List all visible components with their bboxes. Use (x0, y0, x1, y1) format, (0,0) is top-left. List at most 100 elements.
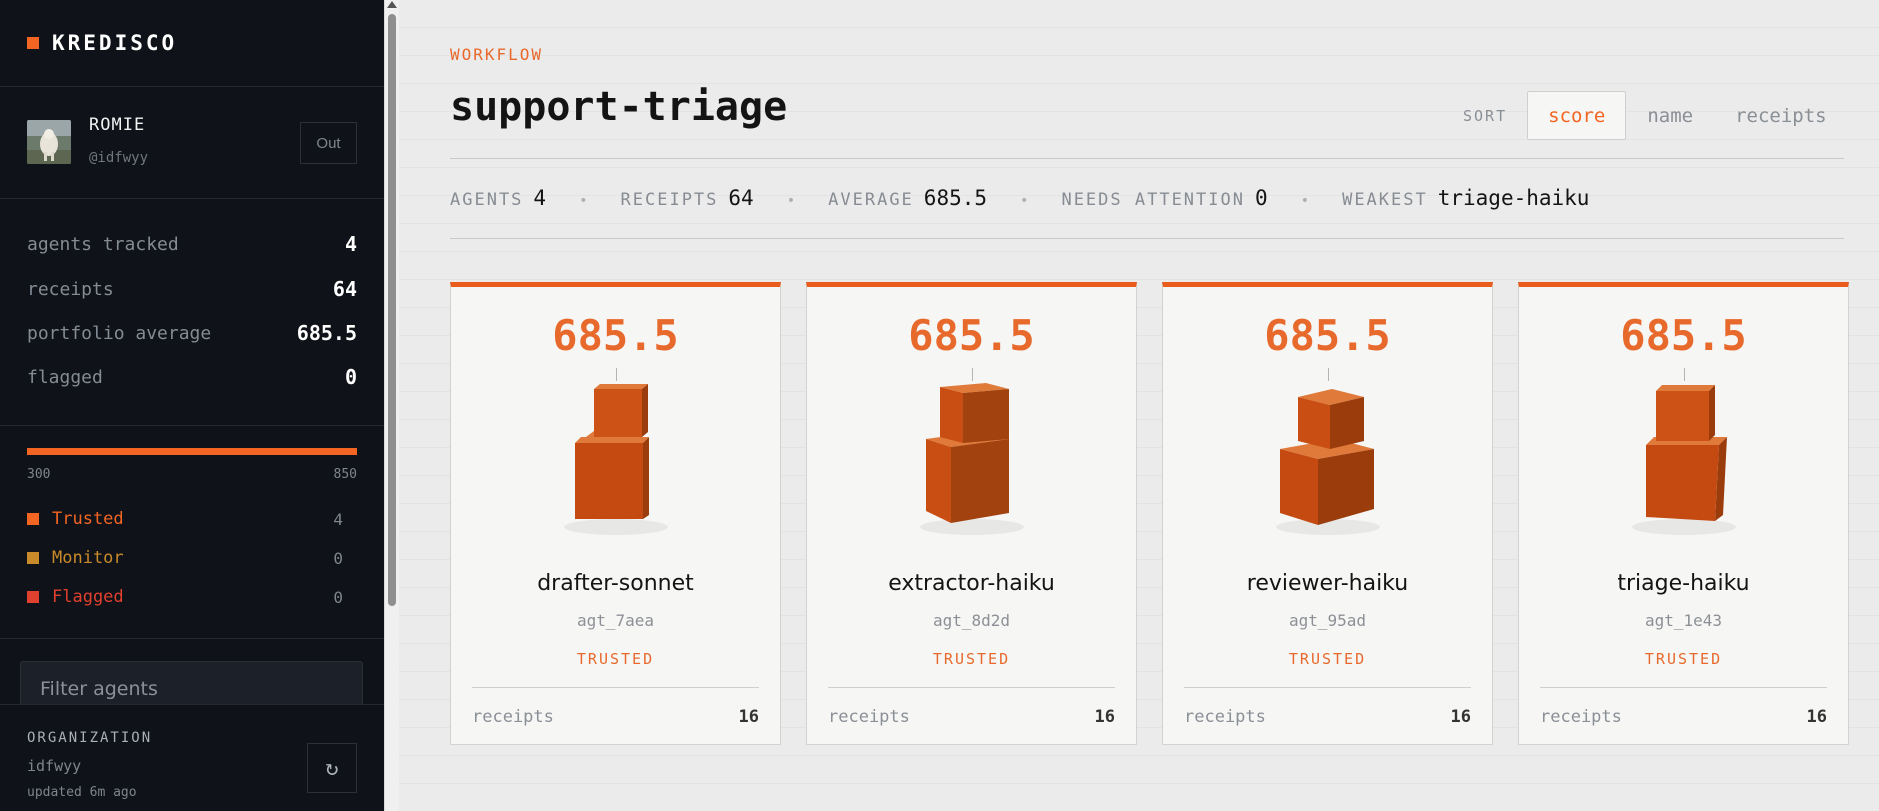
receipts-label: receipts (472, 707, 554, 727)
org-name: idfwyy (27, 757, 82, 775)
org-updated: updated 6m ago (27, 785, 137, 800)
stat-label: flagged (27, 366, 103, 388)
agent-score: 685.5 (908, 311, 1035, 360)
stat-label: receipts (27, 278, 114, 300)
receipts-label: receipts (1540, 707, 1622, 727)
summary-label: NEEDS ATTENTION (1061, 190, 1245, 210)
receipts-count: 16 (1806, 707, 1827, 727)
status-badge: TRUSTED (1644, 650, 1723, 668)
summary-label: WEAKEST (1342, 190, 1428, 210)
flagged-swatch-icon (27, 591, 39, 603)
scroll-thumb[interactable] (388, 14, 396, 606)
brand-name: KREDISCO (52, 31, 178, 55)
agent-score: 685.5 (1264, 311, 1391, 360)
sidebar-scrollbar[interactable] (384, 0, 399, 811)
card-footer: receipts 16 (1184, 707, 1471, 727)
separator-dot-icon: • (579, 193, 588, 209)
distribution-bar (27, 448, 357, 455)
stat-label: agents tracked (27, 233, 179, 255)
stat-flagged: flagged 0 (27, 365, 357, 389)
sort-by-name-button[interactable]: name (1626, 91, 1714, 140)
legend-label: Flagged (52, 587, 124, 607)
distribution-max: 850 (333, 467, 357, 482)
agent-cards: 685.5 drafter-sonnet agt_7aea TRUSTED re… (450, 282, 1849, 745)
legend-trusted[interactable]: Trusted 4 (27, 509, 343, 529)
sidebar: KREDISCO ROMIE @idfwyy Out agents tracke… (0, 0, 384, 811)
legend-label: Monitor (52, 548, 124, 568)
card-divider (828, 687, 1115, 688)
receipts-count: 16 (738, 707, 759, 727)
sort-by-score-button[interactable]: score (1527, 91, 1627, 140)
agent-card[interactable]: 685.5 drafter-sonnet agt_7aea TRUSTED re… (450, 282, 781, 745)
user-name: ROMIE (89, 115, 146, 135)
agent-card[interactable]: 685.5 triage-haiku agt_1e43 TRUSTED rece… (1518, 282, 1849, 745)
agent-id: agt_1e43 (1644, 611, 1723, 630)
user-panel: ROMIE @idfwyy Out (0, 87, 384, 199)
summary-value: triage-haiku (1437, 186, 1590, 210)
agent-name: drafter-sonnet (537, 571, 694, 596)
score-tick (1684, 368, 1685, 381)
stacked-blocks-icon (1276, 389, 1380, 535)
refresh-button[interactable]: ↻ (307, 743, 357, 793)
stat-agents-tracked: agents tracked 4 (27, 232, 357, 256)
stat-value: 64 (332, 277, 357, 301)
organization-panel: ORGANIZATION idfwyy updated 6m ago ↻ (0, 704, 384, 811)
stacked-blocks-icon (564, 384, 668, 535)
monitor-swatch-icon (27, 552, 39, 564)
agent-card[interactable]: 685.5 reviewer-haiku agt_95ad TRUSTED re… (1162, 282, 1493, 745)
user-handle: @idfwyy (89, 150, 149, 166)
score-tick (972, 368, 973, 381)
receipts-label: receipts (828, 707, 910, 727)
logout-button[interactable]: Out (300, 122, 357, 164)
page-title: support-triage (450, 84, 788, 130)
agent-id: agt_8d2d (932, 611, 1011, 630)
stacked-blocks-icon (1632, 385, 1736, 535)
avatar (27, 120, 71, 164)
stat-value: 685.5 (296, 321, 357, 345)
stat-value: 0 (344, 365, 357, 389)
agent-card[interactable]: 685.5 extractor-haiku agt_8d2d TRUSTED r… (806, 282, 1137, 745)
legend-monitor[interactable]: Monitor 0 (27, 548, 343, 568)
brand-mark-icon (27, 37, 39, 49)
agent-name: extractor-haiku (888, 571, 1055, 596)
divider (450, 238, 1844, 239)
card-divider (472, 687, 759, 688)
score-distribution: 300 850 Trusted 4 Monitor 0 Flagged 0 (0, 426, 384, 639)
receipts-count: 16 (1094, 707, 1115, 727)
agent-id: agt_7aea (576, 611, 655, 630)
separator-dot-icon: • (1300, 193, 1310, 209)
trusted-swatch-icon (27, 513, 39, 525)
status-badge: TRUSTED (576, 650, 655, 668)
agent-score: 685.5 (1620, 311, 1747, 360)
legend-count: 0 (333, 548, 343, 568)
agent-name: reviewer-haiku (1246, 571, 1409, 596)
status-badge: TRUSTED (1288, 650, 1367, 668)
separator-dot-icon: • (786, 193, 796, 209)
stacked-blocks-icon (920, 383, 1024, 535)
brand: KREDISCO (0, 0, 384, 87)
main-content: WORKFLOW support-triage SORT score name … (399, 0, 1879, 811)
agent-id: agt_95ad (1288, 611, 1367, 630)
summary-value: 685.5 (923, 186, 988, 210)
section-eyebrow: WORKFLOW (450, 45, 544, 64)
summary-label: AVERAGE (828, 190, 914, 210)
legend-count: 4 (333, 509, 343, 529)
legend-count: 0 (333, 587, 343, 607)
legend-label: Trusted (52, 509, 124, 529)
legend-flagged[interactable]: Flagged 0 (27, 587, 343, 607)
separator-dot-icon: • (1020, 193, 1029, 209)
summary-label: AGENTS (450, 190, 524, 210)
sort-control: SORT score name receipts (1463, 91, 1848, 140)
card-footer: receipts 16 (472, 707, 759, 727)
summary-label: RECEIPTS (620, 190, 719, 210)
scroll-up-icon[interactable] (387, 1, 397, 8)
workflow-summary: AGENTS 4 • RECEIPTS 64 • AVERAGE 685.5 •… (450, 186, 1589, 210)
distribution-min: 300 (27, 467, 51, 482)
stat-label: portfolio average (27, 322, 212, 344)
card-divider (1540, 687, 1827, 688)
refresh-icon: ↻ (325, 755, 339, 781)
card-footer: receipts 16 (828, 707, 1115, 727)
card-footer: receipts 16 (1540, 707, 1827, 727)
sort-by-receipts-button[interactable]: receipts (1714, 91, 1848, 140)
receipts-count: 16 (1450, 707, 1471, 727)
